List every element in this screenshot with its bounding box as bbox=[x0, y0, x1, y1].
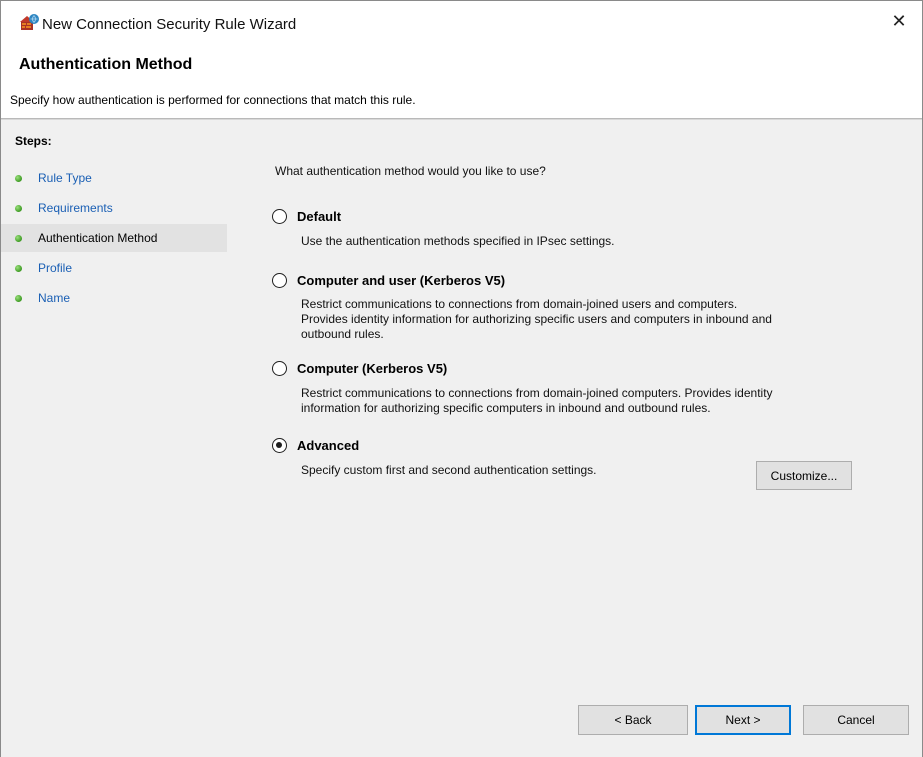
steps-header: Steps: bbox=[1, 120, 227, 156]
close-icon: ✕ bbox=[891, 10, 907, 31]
main-content: What authentication method would you lik… bbox=[227, 119, 922, 757]
step-profile[interactable]: Profile bbox=[1, 254, 227, 282]
step-label: Profile bbox=[38, 261, 73, 275]
description-line: outbound rules. bbox=[301, 327, 384, 341]
steps-panel: Steps: Rule Type Requirements Authentica… bbox=[1, 119, 227, 757]
green-dot-icon bbox=[15, 235, 22, 242]
description-line: Restrict communications to connections f… bbox=[301, 386, 773, 400]
radio-computer-and-user[interactable]: Computer and user (Kerberos V5) bbox=[272, 273, 505, 288]
firewall-shield-icon bbox=[20, 14, 39, 30]
customize-button[interactable]: Customize... bbox=[756, 461, 852, 490]
back-button[interactable]: < Back bbox=[578, 705, 688, 735]
step-label: Authentication Method bbox=[38, 231, 158, 245]
wizard-window: New Connection Security Rule Wizard ✕ Au… bbox=[0, 0, 923, 757]
option-description: Restrict communications to connections f… bbox=[301, 386, 861, 416]
radio-button[interactable] bbox=[272, 209, 287, 224]
description-line: Use the authentication methods specified… bbox=[301, 234, 615, 248]
option-description: Restrict communications to connections f… bbox=[301, 297, 861, 342]
radio-label: Default bbox=[297, 209, 342, 224]
radio-button[interactable] bbox=[272, 273, 287, 288]
close-button[interactable]: ✕ bbox=[876, 1, 922, 41]
step-requirements[interactable]: Requirements bbox=[1, 194, 227, 222]
step-label: Rule Type bbox=[38, 171, 92, 185]
title-bar[interactable]: New Connection Security Rule Wizard ✕ bbox=[1, 1, 922, 41]
description-line: information for authorizing specific com… bbox=[301, 401, 711, 415]
green-dot-icon bbox=[15, 295, 22, 302]
step-authentication-method: Authentication Method bbox=[1, 224, 227, 252]
page-title: Authentication Method bbox=[19, 56, 193, 73]
wizard-header: Authentication Method Specify how authen… bbox=[1, 41, 922, 119]
radio-label: Computer (Kerberos V5) bbox=[297, 361, 448, 376]
radio-label: Advanced bbox=[297, 438, 360, 453]
option-description: Use the authentication methods specified… bbox=[301, 234, 861, 249]
cancel-button[interactable]: Cancel bbox=[803, 705, 909, 735]
green-dot-icon bbox=[15, 175, 22, 182]
radio-computer[interactable]: Computer (Kerberos V5) bbox=[272, 361, 447, 376]
question-text: What authentication method would you lik… bbox=[275, 164, 546, 178]
step-rule-type[interactable]: Rule Type bbox=[1, 164, 227, 192]
radio-default[interactable]: Default bbox=[272, 209, 341, 224]
green-dot-icon bbox=[15, 265, 22, 272]
window-title: New Connection Security Rule Wizard bbox=[42, 16, 297, 33]
radio-button[interactable] bbox=[272, 361, 287, 376]
step-label: Name bbox=[38, 291, 71, 305]
description-line: Restrict communications to connections f… bbox=[301, 297, 738, 311]
radio-label: Computer and user (Kerberos V5) bbox=[297, 273, 506, 288]
step-name[interactable]: Name bbox=[1, 284, 227, 312]
description-line: Provides identity information for author… bbox=[301, 312, 772, 326]
step-label: Requirements bbox=[38, 201, 113, 215]
page-subtitle: Specify how authentication is performed … bbox=[10, 93, 416, 107]
radio-button[interactable] bbox=[272, 438, 287, 453]
radio-advanced[interactable]: Advanced bbox=[272, 438, 359, 453]
steps-label: Steps: bbox=[15, 134, 52, 148]
green-dot-icon bbox=[15, 205, 22, 212]
next-button[interactable]: Next > bbox=[695, 705, 791, 735]
